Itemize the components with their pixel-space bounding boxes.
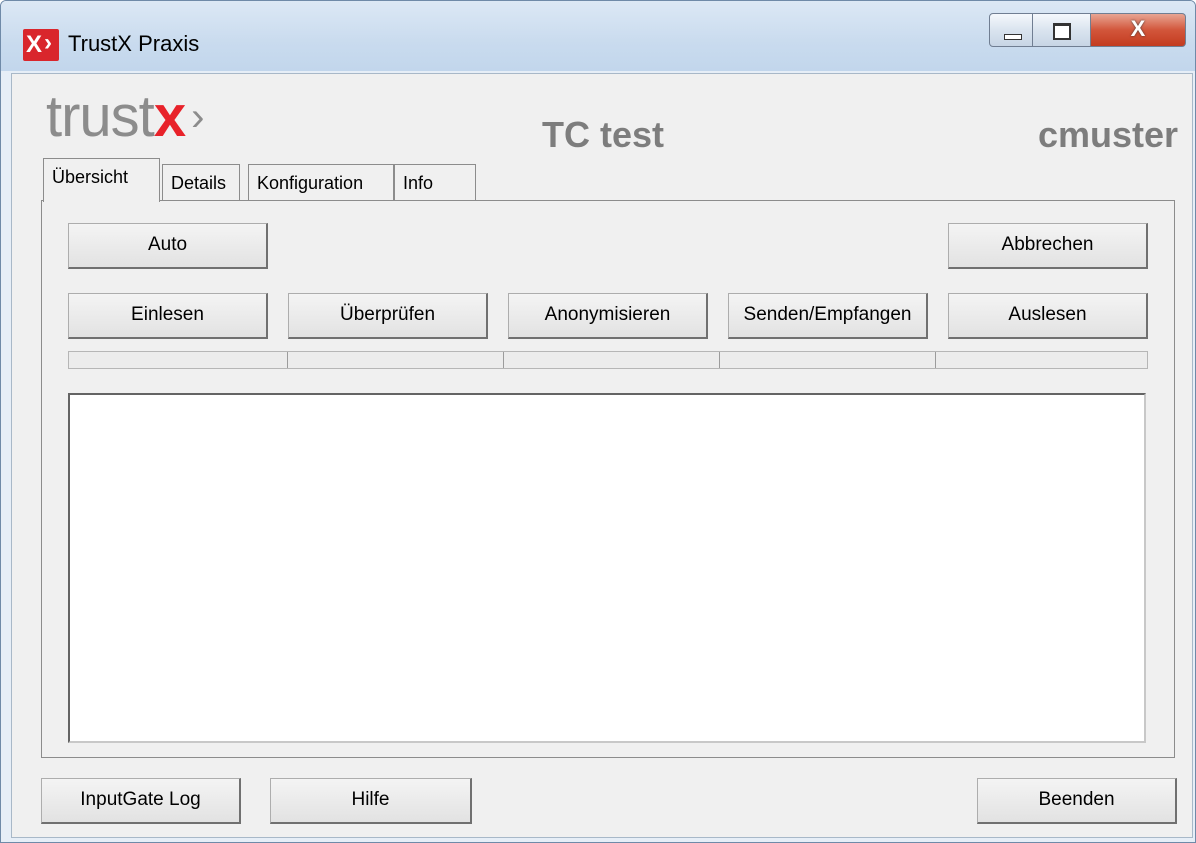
minimize-button[interactable] bbox=[989, 13, 1033, 47]
title-bar[interactable]: X › TrustX Praxis X bbox=[1, 1, 1195, 71]
trustx-logo: trustx › bbox=[46, 84, 204, 149]
username-label: cmuster bbox=[1037, 114, 1178, 155]
page-title: TC test bbox=[542, 114, 665, 155]
ueberpruefen-button[interactable]: Überprüfen bbox=[288, 293, 488, 339]
client-area: trustx › TC test cmuster Übersicht Detail… bbox=[11, 73, 1193, 838]
trustx-app-icon: X › bbox=[23, 29, 59, 61]
auto-button[interactable]: Auto bbox=[68, 223, 268, 269]
auslesen-button[interactable]: Auslesen bbox=[948, 293, 1148, 339]
maximize-button[interactable] bbox=[1033, 13, 1091, 47]
app-window: X › TrustX Praxis X trustx › TC test cmust… bbox=[0, 0, 1196, 843]
exit-button[interactable]: Beenden bbox=[977, 778, 1177, 824]
log-output[interactable] bbox=[68, 393, 1146, 743]
anonymisieren-button[interactable]: Anonymisieren bbox=[508, 293, 708, 339]
help-button[interactable]: Hilfe bbox=[270, 778, 472, 824]
senden-empfangen-button[interactable]: Senden/Empfangen bbox=[728, 293, 928, 339]
window-title: TrustX Praxis bbox=[68, 31, 200, 56]
maximize-icon bbox=[1053, 23, 1071, 40]
inputgate-log-button[interactable]: InputGate Log bbox=[41, 778, 241, 824]
tab-uebersicht[interactable]: Übersicht bbox=[43, 158, 160, 202]
close-icon: X bbox=[1130, 16, 1146, 41]
tab-info[interactable]: Info bbox=[394, 164, 476, 200]
einlesen-button[interactable]: Einlesen bbox=[68, 293, 268, 339]
overview-panel: Auto Abbrechen Einlesen Überprüfen Anony… bbox=[41, 200, 1175, 758]
tab-details[interactable]: Details bbox=[162, 164, 240, 200]
tab-konfiguration[interactable]: Konfiguration bbox=[248, 164, 394, 200]
progress-bar bbox=[68, 351, 1148, 369]
close-button[interactable]: X bbox=[1091, 13, 1186, 47]
minimize-icon bbox=[1004, 34, 1022, 40]
cancel-button[interactable]: Abbrechen bbox=[948, 223, 1148, 269]
